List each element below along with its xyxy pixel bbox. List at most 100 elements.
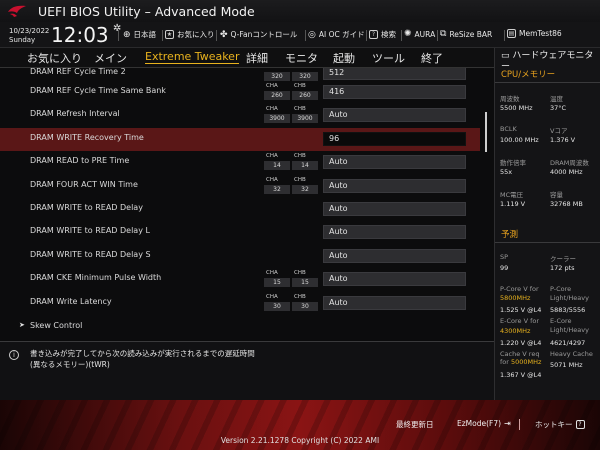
aura-icon: ✺ [404,29,412,39]
scrollbar-thumb[interactable] [485,112,487,152]
skew-control-submenu[interactable]: ➤ Skew Control [0,316,480,339]
setting-value-field[interactable]: Auto [323,272,466,286]
cha-value: CHA 30 [264,294,290,311]
dram-freq-label: DRAM周波数 [550,159,589,167]
tab-exit[interactable]: 終了 [421,50,443,66]
cpu-memory-section: CPU/メモリー [495,68,600,83]
resize-bar-label: ReSize BAR [449,29,493,39]
setting-row[interactable]: DRAM REF Cycle Time Same Bank CHA 260 CHB… [0,81,480,104]
ratio-value: 55x [500,168,513,176]
memtest-icon: ▤ [507,29,516,38]
divider [162,30,163,41]
search-button[interactable]: ? 検索 [369,29,396,40]
setting-value-field[interactable]: Auto [323,225,466,239]
cha-value: CHA 15 [264,270,290,287]
aura-label: AURA [414,29,436,39]
pcore-freq: 5800MHz [500,294,531,302]
info-bar: 10/23/2022 Sunday 12:03 ✲ ⊕ 日本語 ★ お気に入り … [0,22,600,48]
last-modified-button[interactable]: 最終更新日 [396,419,434,430]
setting-row[interactable]: DRAM WRITE to READ Delay S Auto [0,245,480,268]
ecore-v-label: E-Core V for [500,317,540,325]
tab-favorites[interactable]: お気に入り [27,50,82,66]
temp-label: 温度 [550,95,563,103]
setting-row[interactable]: DRAM READ to PRE Time CHA 14 CHB 14 Auto [0,151,480,174]
divider [366,30,367,41]
cache-v-value: 1.367 V @L4 [500,371,542,379]
setting-label: DRAM REF Cycle Time Same Bank [30,86,166,95]
setting-value-field[interactable]: 512 [323,68,466,80]
pcore-v-label: P-Core V for [500,285,539,293]
search-label: 検索 [381,30,396,39]
setting-row[interactable]: DRAM Write Latency CHA 30 CHB 30 Auto [0,292,480,315]
setting-value-field[interactable]: 96 [323,132,466,146]
info-icon: i [9,350,19,360]
setting-value-field[interactable]: Auto [323,108,466,122]
tab-boot[interactable]: 起動 [333,50,355,66]
date-text: 10/23/2022 [9,27,50,35]
setting-label: DRAM WRITE to READ Delay [30,203,143,212]
setting-row[interactable]: DRAM FOUR ACT WIN Time CHA 32 CHB 32 Auto [0,175,480,198]
bclk-value: 100.00 MHz [500,136,539,144]
ratio-label: 動作倍率 [500,159,526,167]
cha-value: CHA 3900 [264,106,290,123]
tab-monitor[interactable]: モニタ [285,50,318,66]
mc-voltage-value: 1.119 V [500,200,526,208]
ezmode-button[interactable]: EzMode(F7) ⇥ [457,419,511,428]
setting-value-field[interactable]: 416 [323,85,466,99]
setting-label: DRAM WRITE to READ Delay S [30,250,151,259]
bclk-label: BCLK [500,125,517,133]
setting-row[interactable]: DRAM Refresh Interval CHA 3900 CHB 3900 Au… [0,104,480,127]
memtest-button[interactable]: ▤ MemTest86 [507,29,562,38]
cooler-value: 172 pts [550,264,575,272]
star-icon: ★ [165,30,174,39]
cha-value: 320 [264,68,290,81]
mc-voltage-label: MC電圧 [500,191,524,199]
tab-extreme-tweaker[interactable]: Extreme Tweaker [145,50,240,64]
heavy-cache-label: Heavy Cache [550,350,593,358]
chb-value: CHB 260 [292,83,318,100]
sp-value: 99 [500,264,509,272]
resize-bar-button[interactable]: ⧉ ReSize BAR [440,29,492,39]
setting-label: DRAM WRITE to READ Delay L [30,226,150,235]
prediction-section: 予測 [495,228,600,243]
setting-row-selected[interactable]: DRAM WRITE Recovery Time 96 [0,128,480,151]
hardware-monitor-panel: ▭ ハードウェアモニター CPU/メモリー 周波数 5500 MHz 温度 37… [494,48,600,400]
chb-value: 320 [292,68,318,81]
cache-v-label: Cache V req for 5000MHz [500,350,541,366]
setting-value-field[interactable]: Auto [323,179,466,193]
temp-value: 37°C [550,104,567,112]
chb-value: CHB 3900 [292,106,318,123]
memtest-label: MemTest86 [519,29,562,38]
settings-list: DRAM REF Cycle Time 2 320 320 512 DRAM R… [0,68,494,340]
setting-row[interactable]: DRAM WRITE to READ Delay Auto [0,198,480,221]
setting-row[interactable]: DRAM WRITE to READ Delay L Auto [0,221,480,244]
setting-value-field[interactable]: Auto [323,249,466,263]
tab-advanced[interactable]: 詳細 [246,50,268,66]
hotkeys-button[interactable]: ホットキー ? [535,419,585,430]
language-label: 日本語 [133,30,157,39]
capacity-value: 32768 MB [550,200,583,208]
monitor-icon: ▭ [501,51,510,61]
clock-time: 12:03 [51,23,109,47]
ai-oc-button[interactable]: ◎ AI OC ガイド [308,29,365,40]
aura-button[interactable]: ✺ AURA [404,29,435,39]
cha-value: CHA 32 [264,177,290,194]
pcore-lh-value: 5883/5556 [550,306,586,314]
qfan-button[interactable]: ✤ Q-Fanコントロール [220,29,297,40]
day-text: Sunday [9,36,36,44]
title-bar: UEFI BIOS Utility – Advanced Mode [0,0,600,22]
language-button[interactable]: ⊕ 日本語 [123,29,156,40]
capacity-label: 容量 [550,191,563,199]
question-icon: ? [369,30,378,39]
app-title: UEFI BIOS Utility – Advanced Mode [38,4,255,19]
favorites-button[interactable]: ★ お気に入り [165,29,215,40]
setting-label: DRAM WRITE Recovery Time [30,133,144,142]
setting-value-field[interactable]: Auto [323,202,466,216]
cooler-label: クーラー [550,255,576,263]
tab-main[interactable]: メイン [94,50,127,66]
favorites-label: お気に入り [177,30,215,39]
setting-value-field[interactable]: Auto [323,155,466,169]
setting-row[interactable]: DRAM CKE Minimum Pulse Width CHA 15 CHB 15… [0,268,480,291]
setting-value-field[interactable]: Auto [323,296,466,310]
tab-tool[interactable]: ツール [372,50,405,66]
